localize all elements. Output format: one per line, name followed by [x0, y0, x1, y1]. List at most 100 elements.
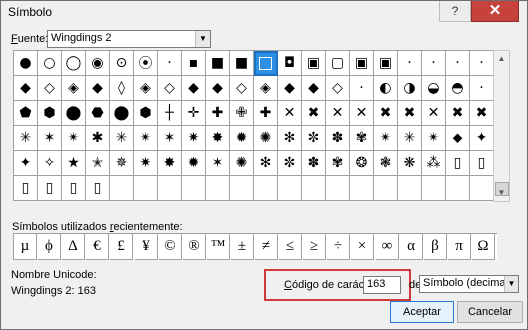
recent-symbol-cell[interactable]: Δ — [62, 234, 85, 260]
symbol-cell[interactable]: ✹ — [230, 126, 254, 151]
symbol-cell[interactable]: ✕ — [350, 101, 374, 126]
symbol-cell[interactable]: ▯ — [86, 176, 110, 201]
symbol-cell[interactable]: ❃ — [374, 151, 398, 176]
symbol-cell[interactable]: ◘ — [278, 51, 302, 76]
symbol-cell[interactable]: ▯ — [446, 151, 470, 176]
symbol-cell[interactable]: ⦿ — [134, 51, 158, 76]
symbol-cell[interactable] — [326, 176, 350, 201]
recent-symbol-cell[interactable]: ≥ — [303, 234, 326, 260]
symbol-cell[interactable]: ❂ — [350, 151, 374, 176]
symbol-cell[interactable]: ✳ — [14, 126, 38, 151]
symbol-cell[interactable]: ✾ — [326, 151, 350, 176]
symbol-cell[interactable]: ✚ — [206, 101, 230, 126]
symbol-cell[interactable]: ✦ — [14, 151, 38, 176]
symbol-cell[interactable]: ✖ — [398, 101, 422, 126]
recent-symbol-cell[interactable]: ¥ — [135, 234, 158, 260]
symbol-cell[interactable]: ⬟ — [14, 101, 38, 126]
symbol-cell[interactable]: ┼ — [158, 101, 182, 126]
symbol-cell[interactable] — [470, 176, 494, 201]
symbol-cell[interactable]: ▢ — [326, 51, 350, 76]
symbol-cell[interactable] — [230, 176, 254, 201]
symbol-cell[interactable]: ▯ — [38, 176, 62, 201]
symbol-cell[interactable]: ◊ — [110, 76, 134, 101]
symbol-cell[interactable]: ✼ — [278, 151, 302, 176]
recent-symbol-cell[interactable]: £ — [110, 234, 133, 260]
symbol-cell[interactable]: ◇ — [326, 76, 350, 101]
symbol-cell[interactable]: ✳ — [110, 126, 134, 151]
symbol-cell[interactable]: ✖ — [302, 101, 326, 126]
symbol-cell[interactable]: · — [158, 51, 182, 76]
symbol-cell[interactable]: ▯ — [62, 176, 86, 201]
symbol-cell[interactable]: ● — [14, 51, 38, 76]
symbol-cell[interactable] — [158, 176, 182, 201]
symbol-cell[interactable]: ◆ — [206, 76, 230, 101]
recent-symbol-cell[interactable]: € — [86, 234, 109, 260]
recent-symbol-cell[interactable]: ® — [183, 234, 206, 260]
symbol-cell[interactable]: ▯ — [470, 151, 494, 176]
symbol-cell[interactable] — [134, 176, 158, 201]
recent-symbol-cell[interactable]: ± — [231, 234, 254, 260]
symbol-cell[interactable] — [278, 176, 302, 201]
symbol-cell[interactable]: ✖ — [374, 101, 398, 126]
symbol-cell[interactable]: · — [350, 76, 374, 101]
chevron-down-icon[interactable]: ▼ — [504, 276, 518, 292]
symbol-cell[interactable]: ✕ — [278, 101, 302, 126]
symbol-cell[interactable]: ◆ — [278, 76, 302, 101]
symbol-cell[interactable]: ◇ — [38, 76, 62, 101]
symbol-cell[interactable]: ⬢ — [134, 101, 158, 126]
symbol-cell[interactable] — [110, 176, 134, 201]
symbol-cell[interactable] — [374, 176, 398, 201]
symbol-cell[interactable]: ✴ — [134, 126, 158, 151]
symbol-cell[interactable]: ◈ — [62, 76, 86, 101]
symbol-cell[interactable]: ✕ — [422, 101, 446, 126]
recent-symbol-cell[interactable]: ∞ — [376, 234, 399, 260]
symbol-cell[interactable] — [254, 51, 278, 76]
character-code-input[interactable]: 163 — [363, 276, 401, 294]
symbol-cell[interactable]: ✖ — [470, 101, 494, 126]
recent-symbol-cell[interactable]: ≤ — [279, 234, 302, 260]
symbol-cell[interactable] — [182, 176, 206, 201]
symbol-cell[interactable]: ▣ — [302, 51, 326, 76]
symbol-cell[interactable]: ▯ — [14, 176, 38, 201]
symbol-cell[interactable]: ✾ — [350, 126, 374, 151]
symbol-cell[interactable]: ✸ — [158, 151, 182, 176]
symbol-cell[interactable]: ✙ — [230, 101, 254, 126]
symbol-cell[interactable] — [302, 176, 326, 201]
symbol-cell[interactable]: ◒ — [422, 76, 446, 101]
recent-symbol-cell[interactable]: Ω — [472, 234, 495, 260]
symbol-cell[interactable]: ◓ — [446, 76, 470, 101]
recent-symbol-cell[interactable]: ≠ — [255, 234, 278, 260]
symbol-cell[interactable]: ✱ — [86, 126, 110, 151]
chevron-down-icon[interactable]: ▼ — [195, 31, 210, 47]
symbol-cell[interactable]: ✺ — [254, 126, 278, 151]
symbol-cell[interactable]: ⬤ — [62, 101, 86, 126]
symbol-cell[interactable]: ✶ — [158, 126, 182, 151]
accept-button[interactable]: Aceptar — [390, 301, 454, 323]
symbol-cell[interactable]: ■ — [230, 51, 254, 76]
symbol-cell[interactable] — [206, 176, 230, 201]
symbol-cell[interactable]: ○ — [38, 51, 62, 76]
symbol-cell[interactable]: ✴ — [422, 126, 446, 151]
symbol-cell[interactable]: ◆ — [14, 76, 38, 101]
symbol-cell[interactable]: ✴ — [374, 126, 398, 151]
from-dropdown[interactable]: Símbolo (decimal) ▼ — [419, 275, 519, 293]
symbol-cell[interactable]: ✧ — [38, 151, 62, 176]
symbol-cell[interactable]: · — [422, 51, 446, 76]
recent-symbol-cell[interactable]: ÷ — [327, 234, 350, 260]
symbol-cell[interactable]: ◯ — [62, 51, 86, 76]
recent-symbol-cell[interactable]: ϕ — [38, 234, 61, 260]
symbol-cell[interactable]: ◈ — [254, 76, 278, 101]
symbol-cell[interactable]: ▣ — [350, 51, 374, 76]
scroll-down-icon[interactable]: ▼ — [494, 185, 509, 201]
symbol-cell[interactable]: ✭ — [86, 151, 110, 176]
scroll-up-icon[interactable]: ▲ — [494, 51, 509, 67]
recent-symbols-grid[interactable]: µ ϕ Δ € £ ¥ © ® ™ ± ≠ ≤ ≥ ÷ × ∞ α β π Ω — [13, 233, 497, 260]
symbol-cell[interactable]: ◇ — [230, 76, 254, 101]
symbol-cell[interactable] — [254, 176, 278, 201]
help-button[interactable]: ? — [439, 1, 471, 22]
symbol-cell[interactable]: ✸ — [206, 126, 230, 151]
symbol-cell[interactable]: ▪ — [182, 51, 206, 76]
recent-symbol-cell[interactable]: β — [424, 234, 447, 260]
recent-symbol-cell[interactable]: α — [400, 234, 423, 260]
symbol-cell[interactable] — [446, 176, 470, 201]
